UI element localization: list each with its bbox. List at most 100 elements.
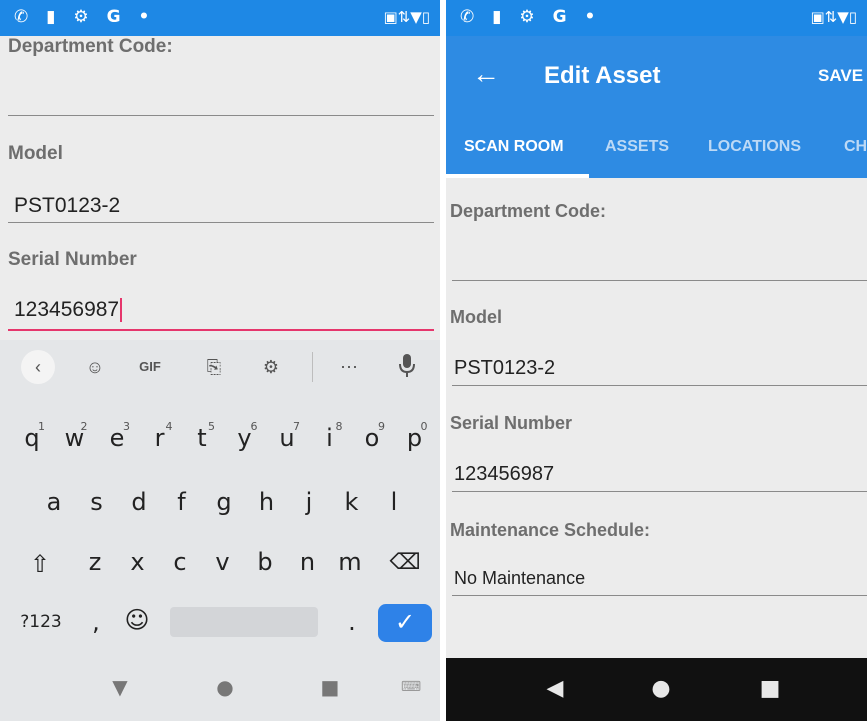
soft-keyboard: ‹ ☺ GIF ⎘ ⚙ ⋯ q1 w2 e3 r4 t5 y6 u7 i8 o9 p0 asdfg…: [0, 340, 440, 721]
emoji-key[interactable]: ☺: [120, 606, 154, 634]
key-hint-number: 3: [123, 420, 130, 433]
key-l[interactable]: l: [379, 488, 409, 516]
key-hint-number: 8: [335, 420, 343, 433]
nav-back-icon-right[interactable]: ◀: [540, 676, 570, 701]
text-cursor: [120, 298, 123, 323]
active-tab-indicator: [446, 174, 589, 178]
model-field[interactable]: PST0123-2: [14, 194, 120, 218]
key-g[interactable]: g: [209, 488, 239, 516]
system-nav-bar: ◀ ● ■: [446, 658, 867, 721]
save-button[interactable]: SAVE: [818, 66, 863, 86]
status-icons-right-right: ▣⇅▼▯: [810, 8, 857, 26]
department-code-field[interactable]: [8, 115, 434, 116]
key-k[interactable]: k: [337, 488, 367, 516]
page-title: Edit Asset: [544, 62, 661, 89]
microphone-icon[interactable]: [390, 352, 424, 382]
gif-button[interactable]: GIF: [133, 352, 167, 382]
key-c[interactable]: c: [165, 548, 195, 576]
model-label-right: Model: [450, 307, 502, 327]
nav-back-icon[interactable]: ▼: [105, 675, 135, 699]
serial-number-field[interactable]: 123456987: [14, 298, 123, 323]
key-y[interactable]: y6: [230, 420, 260, 452]
key-f[interactable]: f: [167, 488, 197, 516]
right-screen: ✆ ▮ ⚙ G • ▣⇅▼▯ ← Edit Asset SAVE SCAN RO…: [446, 0, 867, 721]
key-m[interactable]: m: [335, 548, 365, 576]
key-d[interactable]: d: [124, 488, 154, 516]
key-o[interactable]: o9: [357, 420, 387, 452]
nav-recents-icon-right[interactable]: ■: [755, 676, 785, 701]
serial-number-value: 123456987: [14, 298, 120, 321]
maintenance-schedule-select[interactable]: No Maintenance: [454, 568, 585, 589]
toolbar-divider: [312, 352, 313, 382]
model-underline-right: [452, 385, 867, 386]
key-a[interactable]: a: [39, 488, 69, 516]
maintenance-underline: [452, 595, 867, 596]
keyboard-switch-icon[interactable]: ⌨: [396, 679, 426, 695]
key-hint-number: 4: [165, 420, 173, 433]
app-bar: ← Edit Asset SAVE: [446, 36, 867, 118]
department-code-label: Department Code:: [8, 36, 173, 57]
tab-assets[interactable]: ASSETS: [605, 138, 669, 156]
keyboard-back-button[interactable]: ‹: [21, 350, 55, 384]
serial-number-label-right: Serial Number: [450, 413, 573, 433]
shift-key[interactable]: ⇧: [22, 550, 58, 578]
key-u[interactable]: u7: [272, 420, 302, 452]
enter-key[interactable]: ✓: [378, 604, 432, 642]
key-i[interactable]: i8: [315, 420, 345, 452]
key-hint-number: 6: [250, 420, 258, 433]
nav-home-icon[interactable]: ●: [210, 675, 240, 699]
key-t[interactable]: t5: [187, 420, 217, 452]
key-j[interactable]: j: [294, 488, 324, 516]
key-q[interactable]: q1: [17, 420, 47, 452]
comma-key[interactable]: ,: [86, 608, 106, 636]
key-hint-number: 7: [293, 420, 300, 433]
tab-scan-room[interactable]: SCAN ROOM: [464, 138, 564, 156]
symbols-key[interactable]: ?123: [14, 612, 68, 632]
backspace-key[interactable]: ⌫: [385, 550, 425, 575]
settings-gear-icon[interactable]: ⚙: [254, 352, 288, 382]
key-hint-number: 2: [80, 420, 88, 433]
serial-number-underline: [8, 329, 434, 331]
key-z[interactable]: z: [80, 548, 110, 576]
tab-ch[interactable]: CH: [844, 138, 867, 156]
maintenance-schedule-label: Maintenance Schedule:: [450, 520, 651, 540]
serial-number-label: Serial Number: [8, 249, 137, 270]
key-s[interactable]: s: [82, 488, 112, 516]
keyboard-toolbar: ‹ ☺ GIF ⎘ ⚙ ⋯: [0, 340, 440, 394]
key-r[interactable]: r4: [145, 420, 175, 452]
clipboard-icon[interactable]: ⎘: [197, 352, 231, 382]
department-code-label-right: Department Code:: [450, 201, 607, 221]
status-icons-right: ▣⇅▼▯: [383, 8, 430, 26]
nav-recents-icon[interactable]: ■: [315, 675, 345, 699]
key-w[interactable]: w2: [60, 420, 90, 452]
key-b[interactable]: b: [250, 548, 280, 576]
more-options-icon[interactable]: ⋯: [332, 352, 366, 382]
key-hint-number: 1: [38, 420, 45, 433]
period-key[interactable]: .: [342, 608, 362, 636]
keyboard-nav-bar: ▼ ● ■ ⌨: [0, 659, 440, 721]
nav-home-icon-right[interactable]: ●: [646, 676, 676, 701]
key-v[interactable]: v: [208, 548, 238, 576]
model-label: Model: [8, 143, 63, 164]
serial-number-field-right[interactable]: 123456987: [454, 463, 554, 486]
department-code-field-right[interactable]: [452, 280, 867, 281]
status-bar: ✆ ▮ ⚙ G • ▣⇅▼▯: [0, 0, 440, 36]
back-arrow-icon[interactable]: ←: [472, 58, 500, 90]
key-hint-number: 0: [420, 420, 428, 433]
status-icons-left: ✆ ▮ ⚙ G •: [14, 7, 156, 27]
key-x[interactable]: x: [123, 548, 153, 576]
tab-locations[interactable]: LOCATIONS: [708, 138, 801, 156]
space-key[interactable]: [170, 607, 318, 637]
key-e[interactable]: e3: [102, 420, 132, 452]
left-screen: ✆ ▮ ⚙ G • ▣⇅▼▯ Department Code: Model PS…: [0, 0, 440, 721]
status-bar-right: ✆ ▮ ⚙ G • ▣⇅▼▯: [446, 0, 867, 36]
key-hint-number: 9: [378, 420, 385, 433]
model-field-right[interactable]: PST0123-2: [454, 357, 555, 380]
status-icons-left-right: ✆ ▮ ⚙ G •: [460, 7, 602, 27]
key-n[interactable]: n: [293, 548, 323, 576]
model-field-underline: [8, 222, 434, 223]
key-h[interactable]: h: [252, 488, 282, 516]
key-p[interactable]: p0: [400, 420, 430, 452]
sticker-icon[interactable]: ☺: [78, 352, 112, 382]
key-hint-number: 5: [208, 420, 215, 433]
